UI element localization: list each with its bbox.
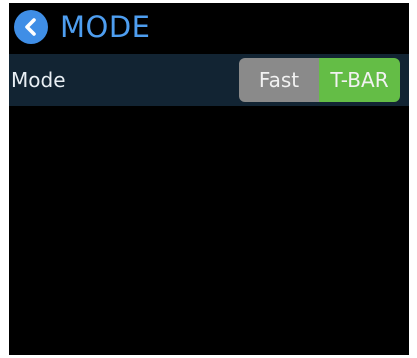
- chevron-left-icon: [25, 18, 36, 36]
- mode-label: Mode: [11, 68, 66, 92]
- mode-option-tbar[interactable]: T-BAR: [319, 58, 400, 102]
- header-bar: MODE: [9, 3, 409, 50]
- mode-option-fast[interactable]: Fast: [239, 58, 319, 102]
- back-button[interactable]: [14, 10, 48, 44]
- page-title: MODE: [60, 10, 151, 44]
- mode-segmented-control: Fast T-BAR: [239, 58, 400, 102]
- mode-setting-row: Mode Fast T-BAR: [9, 54, 409, 106]
- device-screen: MODE Mode Fast T-BAR: [9, 3, 409, 355]
